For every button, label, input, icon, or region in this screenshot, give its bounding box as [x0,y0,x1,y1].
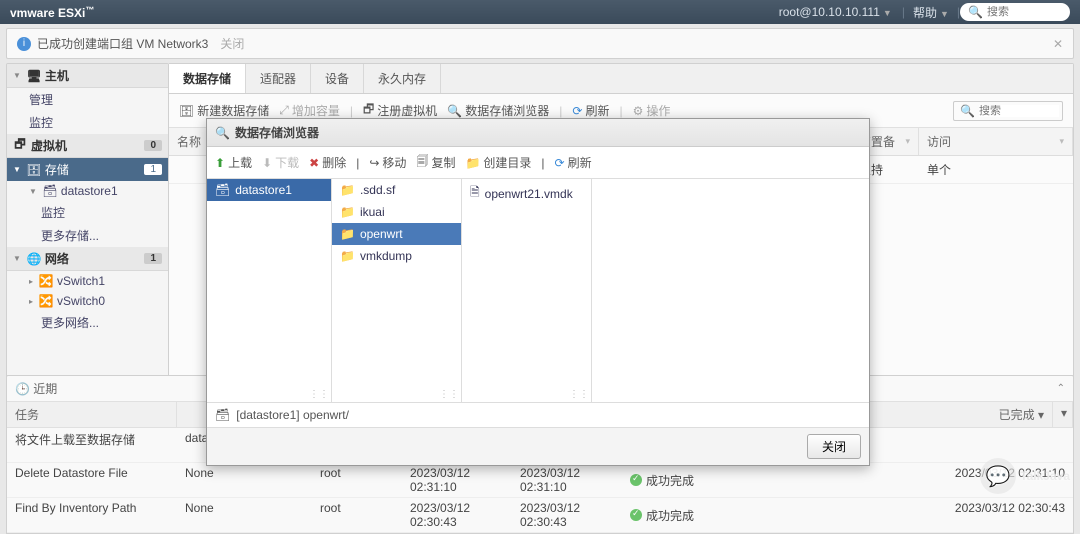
topbar: vmware ESXi™ root@10.10.10.111▼ | 帮助▼ | … [0,0,1080,24]
task-row[interactable]: Find By Inventory Path None root 2023/03… [7,498,1073,533]
move-button[interactable]: ↪移动 [369,154,406,171]
datastore-icon: 🗃 [43,184,57,198]
vmdk-icon: 🗎 [470,183,480,204]
refresh-icon: ⟳ [555,156,565,170]
resize-grip-icon[interactable]: ⋮⋮ [309,389,329,400]
col-access[interactable]: 访问▾ [919,128,1073,155]
folder-icon: 📁 [340,227,355,241]
product-logo: vmware ESXi™ [10,5,94,20]
new-datastore-button[interactable]: 🗄新建数据存储 [179,102,269,119]
copy-button[interactable]: 🗐复制 [416,152,455,173]
upload-icon: ⬆ [215,156,225,170]
sidebar-vm[interactable]: 🗗虚拟机0 [7,134,168,158]
refresh-button[interactable]: ⟳刷新 [572,102,609,119]
new-icon: 🗄 [179,104,194,118]
banner-text: 已成功创建端口组 VM Network3 [37,35,208,52]
switch-icon: 🔀 [39,294,53,308]
datastore-browser-button[interactable]: 🔍数据存储浏览器 [447,102,549,119]
browser-columns: 🗃datastore1 ⋮⋮ 📁.sdd.sf 📁ikuai 📁openwrt … [207,179,869,402]
browser-icon: 🔍 [447,104,462,118]
tab-datastore[interactable]: 数据存储 [169,64,246,93]
network-icon: 🌐 [27,252,41,266]
resize-grip-icon[interactable]: ⋮⋮ [569,389,589,400]
sidebar-vswitch0[interactable]: ▸🔀vSwitch0 [7,291,168,311]
search-icon: 🔍 [968,5,983,19]
delete-icon: ✖ [309,156,319,170]
datastore-item[interactable]: 🗃datastore1 [207,179,331,201]
sidebar-host[interactable]: ▼🖥主机 [7,64,168,88]
sidebar-host-manage[interactable]: 管理 [7,88,168,111]
global-search[interactable]: 🔍 [960,3,1070,21]
task-row[interactable]: Delete Datastore File None root 2023/03/… [7,463,1073,498]
search-icon: 🔍 [960,104,975,118]
success-icon [630,474,642,486]
success-icon [630,509,642,521]
info-icon: i [17,37,31,51]
dialog-footer: 关闭 [207,427,869,465]
col-datastores: 🗃datastore1 ⋮⋮ [207,179,332,402]
col-folders: 📁.sdd.sf 📁ikuai 📁openwrt 📁vmkdump ⋮⋮ [332,179,462,402]
folder-icon: 📁 [340,249,355,263]
gear-icon: ⚙ [633,104,644,118]
close-button[interactable]: 关闭 [807,434,861,459]
move-icon: ↪ [369,156,379,170]
datastore-icon: 🗃 [215,183,230,197]
folder-icon: 📁 [340,183,355,197]
sidebar-storage[interactable]: ▼🗄存储1 [7,158,168,181]
help-menu[interactable]: 帮助▼ [905,4,957,21]
global-search-input[interactable] [987,6,1067,18]
sidebar-more-network[interactable]: 更多网络... [7,311,168,334]
actions-button: ⚙操作 [633,102,671,119]
browser-icon: 🔍 [215,126,230,140]
resize-grip-icon[interactable]: ⋮⋮ [439,389,459,400]
datastore-icon: 🗃 [215,408,230,422]
tab-adapter[interactable]: 适配器 [246,64,311,93]
sidebar-network[interactable]: ▼🌐网络1 [7,247,168,271]
sidebar-datastore-monitor[interactable]: 监控 [7,201,168,224]
folder-icon: 📁 [465,156,480,170]
col-files: 🗎openwrt21.vmdk ⋮⋮ [462,179,592,402]
modal-refresh-button[interactable]: ⟳刷新 [555,154,592,171]
folder-item[interactable]: 📁vmkdump [332,245,461,267]
folder-item[interactable]: 📁.sdd.sf [332,179,461,201]
storage-icon: 🗄 [27,163,41,177]
datastore-search[interactable]: 🔍 [953,101,1063,121]
copy-icon: 🗐 [416,152,428,173]
sidebar-host-monitor[interactable]: 监控 [7,111,168,134]
extend-capacity-button: ⤢增加容量 [279,102,340,119]
download-button: ⬇下载 [262,154,299,171]
mkdir-button[interactable]: 📁创建目录 [465,154,531,171]
tab-pmem[interactable]: 永久内存 [364,64,441,93]
success-banner: i 已成功创建端口组 VM Network3 关闭 ✕ [6,28,1074,59]
storage-tabs: 数据存储 适配器 设备 永久内存 [169,64,1073,94]
upload-button[interactable]: ⬆上载 [215,154,252,171]
breadcrumb-path: 🗃 [datastore1] openwrt/ [207,402,869,427]
col-preview [592,179,869,402]
folder-item-selected[interactable]: 📁openwrt [332,223,461,245]
datastore-search-input[interactable] [979,105,1059,117]
dialog-toolbar: ⬆上载 ⬇下载 ✖删除 | ↪移动 🗐复制 📁创建目录 | ⟳刷新 [207,147,869,179]
tasks-expand-icon[interactable]: ⌃ [1057,383,1065,394]
download-icon: ⬇ [262,156,272,170]
sidebar-more-storage[interactable]: 更多存储... [7,224,168,247]
delete-button[interactable]: ✖删除 [309,154,346,171]
tab-device[interactable]: 设备 [311,64,364,93]
dialog-title: 🔍 数据存储浏览器 [207,119,869,147]
vm-icon: 🗗 [13,139,27,153]
col-task[interactable]: 任务 [7,402,177,427]
datastore-browser-dialog: 🔍 数据存储浏览器 ⬆上载 ⬇下载 ✖删除 | ↪移动 🗐复制 📁创建目录 | … [206,118,870,466]
banner-extra[interactable]: 关闭 [220,35,244,52]
sidebar-vswitch1[interactable]: ▸🔀vSwitch1 [7,271,168,291]
user-menu[interactable]: root@10.10.10.111▼ [769,5,902,19]
extend-icon: ⤢ [279,103,289,118]
folder-item[interactable]: 📁ikuai [332,201,461,223]
host-icon: 🖥 [27,69,41,83]
sidebar-datastore1[interactable]: ▼🗃datastore1 [7,181,168,201]
close-icon[interactable]: ✕ [1053,37,1063,51]
refresh-icon: ⟳ [572,104,582,118]
folder-icon: 📁 [340,205,355,219]
switch-icon: 🔀 [39,274,53,288]
tasks-title: 🕒 近期 [15,380,57,397]
file-item[interactable]: 🗎openwrt21.vmdk [462,179,591,208]
